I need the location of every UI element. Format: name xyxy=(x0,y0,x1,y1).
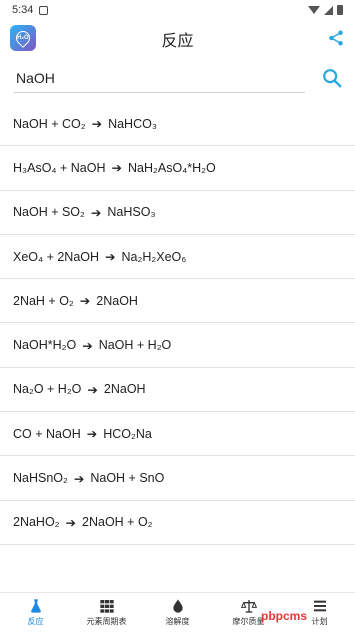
arrow-icon: ➔ xyxy=(65,515,77,530)
search-input[interactable]: NaOH xyxy=(14,63,305,93)
grid-icon xyxy=(99,600,114,613)
flask-icon xyxy=(30,599,41,613)
reaction-row[interactable]: NaHSnO₂ ➔ NaOH + SnO xyxy=(0,456,355,501)
share-icon[interactable] xyxy=(327,29,345,47)
arrow-icon: ➔ xyxy=(79,294,91,309)
arrow-icon: ➔ xyxy=(73,471,85,486)
nav-item-solubility[interactable]: 溶解度 xyxy=(142,593,213,632)
reaction-row[interactable]: XeO₄ + 2NaOH ➔ Na₂H₂XeO₆ xyxy=(0,235,355,280)
arrow-icon: ➔ xyxy=(111,161,122,176)
signal-icon xyxy=(324,5,333,15)
reaction-row[interactable]: NaOH + CO₂ ➔ NaHCO₃ xyxy=(0,102,355,147)
arrow-icon: ➔ xyxy=(91,117,103,132)
search-bar: NaOH xyxy=(0,58,355,98)
arrow-icon: ➔ xyxy=(90,205,102,220)
page-title: 反应 xyxy=(161,33,194,50)
app-header: H₂O 反应 xyxy=(0,20,355,58)
menu-icon xyxy=(313,600,326,612)
reaction-row[interactable]: NaOH*H₂O ➔ NaOH + H₂O xyxy=(0,323,355,368)
reaction-row[interactable]: NaOH + SO₂ ➔ NaHSO₃ xyxy=(0,191,355,235)
battery-icon xyxy=(337,5,343,15)
drop-icon xyxy=(172,599,183,613)
scale-icon xyxy=(240,600,257,613)
reaction-list: NaOH + CO₂ ➔ NaHCO₃ H₃AsO₄ + NaOH ➔ NaH₂AsO₄… xyxy=(0,102,355,545)
status-time: 5:34 xyxy=(12,4,34,16)
bottom-nav: 反应 元素周期表 溶解度 摩尔质量 计划 pbpcms xyxy=(0,592,355,632)
wifi-icon xyxy=(308,6,320,14)
watermark: pbpcms xyxy=(260,609,307,623)
search-icon[interactable] xyxy=(321,67,343,89)
reaction-row[interactable]: CO + NaOH ➔ HCO₂Na xyxy=(0,412,355,457)
arrow-icon: ➔ xyxy=(87,382,98,397)
status-bar: 5:34 xyxy=(0,0,355,20)
reaction-row[interactable]: 2NaHO₂ ➔ 2NaOH + O₂ xyxy=(0,501,355,545)
nav-item-periodic-table[interactable]: 元素周期表 xyxy=(71,593,142,632)
reaction-row[interactable]: Na₂O + H₂O ➔ 2NaOH xyxy=(0,368,355,413)
arrow-icon: ➔ xyxy=(82,338,93,353)
reaction-row[interactable]: H₃AsO₄ + NaOH ➔ NaH₂AsO₄*H₂O xyxy=(0,146,355,191)
nav-item-reactions[interactable]: 反应 xyxy=(0,593,71,632)
arrow-icon: ➔ xyxy=(105,250,116,265)
notification-icon xyxy=(39,5,49,15)
app-logo-icon: H₂O xyxy=(10,25,36,51)
arrow-icon: ➔ xyxy=(86,427,98,442)
reaction-row[interactable]: 2NaH + O₂ ➔ 2NaOH xyxy=(0,279,355,324)
